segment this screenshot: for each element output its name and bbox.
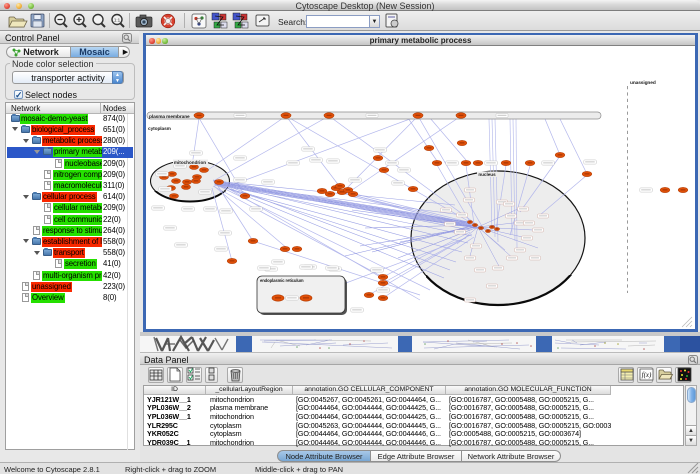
svg-text:endoplasmic reticulum: endoplasmic reticulum — [260, 278, 304, 283]
svg-text:cytoplasm: cytoplasm — [148, 126, 171, 132]
svg-text:plasma membrane: plasma membrane — [149, 114, 190, 120]
svg-text:nucleus: nucleus — [478, 172, 496, 177]
svg-text:unassigned: unassigned — [630, 80, 656, 86]
svg-text:f(x): f(x) — [642, 371, 652, 379]
svg-text:1:1: 1:1 — [114, 18, 121, 23]
svg-text:mitochondrion: mitochondrion — [174, 160, 206, 165]
